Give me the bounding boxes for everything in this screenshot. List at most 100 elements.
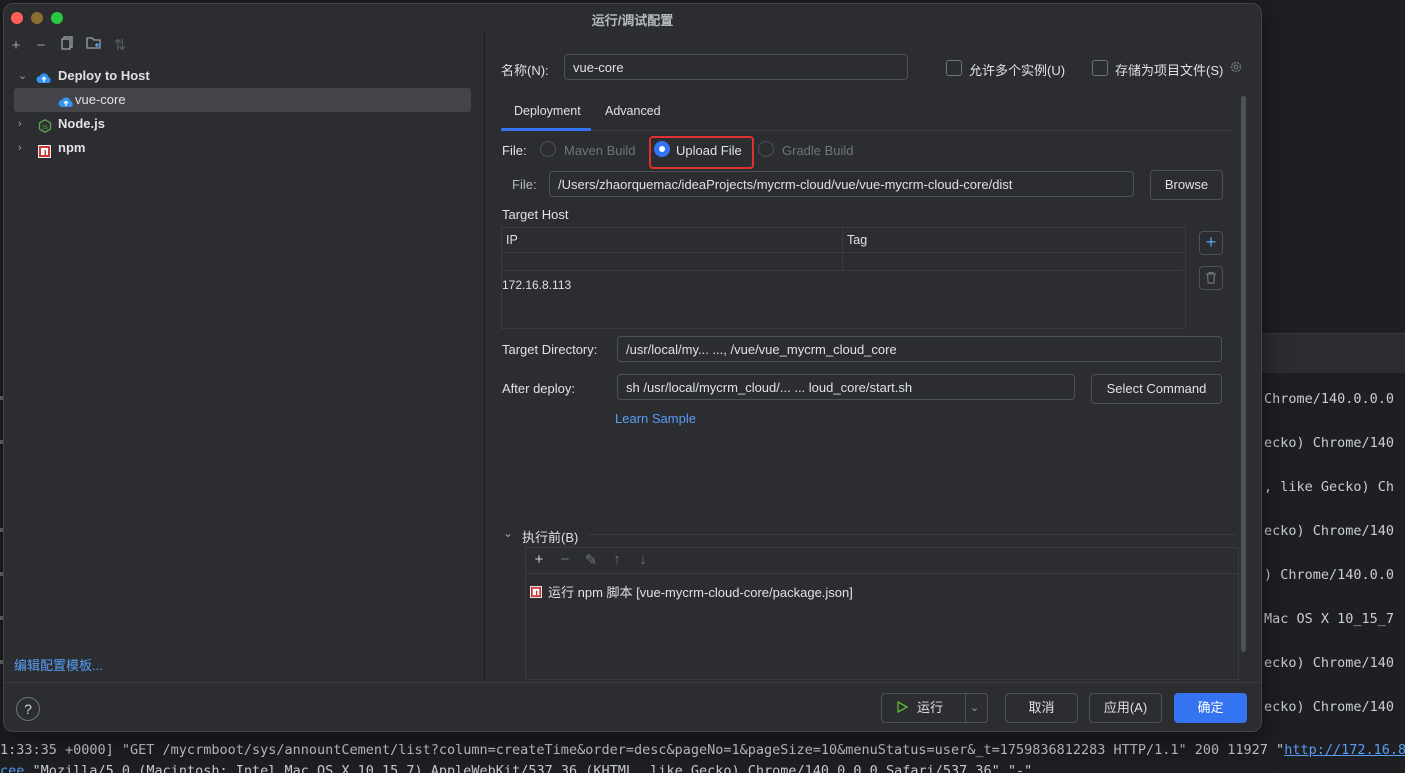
console-line: , like Gecko) Ch	[1264, 479, 1395, 495]
table-row[interactable]: 172.16.8.113	[502, 252, 1183, 292]
console-line: Mac OS X 10_15_7	[1264, 611, 1395, 627]
vertical-scrollbar[interactable]	[1241, 96, 1246, 652]
split-divider	[965, 694, 966, 722]
table-cell-ip: 172.16.8.113	[502, 278, 572, 292]
pencil-icon[interactable]: ✎	[583, 551, 599, 569]
tree-item-deploy-to-host[interactable]: ⌄ Deploy to Host	[14, 64, 471, 88]
chevron-down-icon[interactable]: ⌄	[18, 64, 30, 88]
maven-build-label: Maven Build	[564, 143, 636, 158]
console-line: ecko) Chrome/140	[1264, 655, 1395, 671]
npm-icon	[530, 586, 542, 601]
move-up-icon[interactable]: ↑	[609, 551, 625, 568]
console-line: ecko) Chrome/140	[1264, 523, 1395, 539]
upload-file-label: Upload File	[676, 143, 742, 158]
section-divider	[587, 534, 1237, 535]
browse-button[interactable]: Browse	[1150, 170, 1223, 200]
minus-icon[interactable]: −	[31, 36, 51, 56]
apply-button[interactable]: 应用(A)	[1089, 693, 1162, 723]
chevron-down-icon[interactable]: ⌄	[970, 694, 979, 722]
dialog-footer: ? 运行 ⌄ 取消 应用(A) 确定	[4, 682, 1261, 731]
svg-text:js: js	[41, 123, 48, 131]
tree-item-label: npm	[58, 140, 86, 155]
cloud-upload-icon	[58, 93, 73, 107]
edit-configuration-templates-link[interactable]: 编辑配置模板...	[14, 655, 103, 674]
console-line-text: 1:33:35 +0000] "GET /mycrmboot/sys/annou…	[0, 742, 1285, 758]
file-type-label: File:	[502, 143, 527, 158]
npm-icon	[38, 142, 53, 158]
minus-icon[interactable]: −	[557, 551, 573, 568]
add-host-button[interactable]: +	[1199, 231, 1223, 255]
run-label: 运行	[917, 700, 944, 715]
play-icon	[897, 695, 909, 723]
name-input[interactable]: vue-core	[564, 54, 908, 80]
plus-icon[interactable]: +	[531, 551, 547, 568]
configuration-editor: 名称(N): vue-core 允许多个实例(U) 存储为项目文件(S) Dep…	[485, 32, 1261, 682]
console-line: ecko) Chrome/140	[1264, 435, 1395, 451]
console-line-text: "Mozilla/5.0 (Macintosh; Intel Mac OS X …	[32, 763, 1033, 773]
store-as-project-file-checkbox[interactable]	[1092, 60, 1108, 76]
table-header-tag[interactable]: Tag	[843, 228, 1183, 252]
new-folder-icon[interactable]	[84, 36, 104, 56]
file-path-input[interactable]: /Users/zhaorquemac/ideaProjects/mycrm-cl…	[549, 171, 1134, 197]
ide-panel-header	[1261, 333, 1405, 374]
console-link[interactable]: cee	[0, 763, 24, 773]
store-as-project-file-label: 存储为项目文件(S)	[1115, 63, 1224, 78]
after-deploy-label: After deploy:	[502, 381, 575, 396]
target-directory-input[interactable]: /usr/local/my... ..., /vue/vue_mycrm_clo…	[617, 336, 1222, 362]
gear-icon[interactable]	[1229, 60, 1243, 79]
task-label: 运行 npm 脚本 [vue-mycrm-cloud-core/package.…	[548, 585, 853, 600]
gradle-build-label: Gradle Build	[782, 143, 854, 158]
help-button[interactable]: ?	[16, 697, 40, 721]
copy-icon[interactable]	[57, 36, 77, 56]
console-output: Chrome/140.0.0.0 ecko) Chrome/140 , like…	[1261, 373, 1405, 733]
target-host-table: IP Tag 172.16.8.113	[501, 227, 1186, 329]
ok-button[interactable]: 确定	[1174, 693, 1247, 723]
allow-multiple-instances-checkbox[interactable]	[946, 60, 962, 76]
tree-item-label: vue-core	[75, 92, 126, 107]
column-divider	[842, 253, 843, 270]
nodejs-icon: js	[38, 117, 53, 134]
console-line: ecko) Chrome/140	[1264, 699, 1395, 715]
active-tab-indicator	[501, 128, 591, 131]
list-item[interactable]: 运行 npm 脚本 [vue-mycrm-cloud-core/package.…	[530, 582, 853, 601]
tab-deployment[interactable]: Deployment	[514, 104, 581, 118]
console-output-bottom: 1:33:35 +0000] "GET /mycrmboot/sys/annou…	[0, 733, 1405, 773]
tree-item-npm[interactable]: › npm	[14, 136, 471, 160]
chevron-down-icon[interactable]: ⌄	[503, 526, 513, 540]
console-line: 1:33:35 +0000] "GET /mycrmboot/sys/annou…	[0, 742, 1405, 758]
move-down-icon[interactable]: ↓	[635, 551, 651, 568]
configurations-tree-pane: + − ⇅ ⌄ Deploy to Host vue-core › js Nod…	[4, 32, 485, 682]
tree-item-label: Node.js	[58, 116, 105, 131]
chevron-right-icon[interactable]: ›	[18, 112, 30, 136]
learn-sample-link[interactable]: Learn Sample	[615, 411, 696, 426]
gradle-build-radio[interactable]	[758, 141, 774, 157]
sort-icon[interactable]: ⇅	[110, 36, 130, 56]
tab-advanced[interactable]: Advanced	[605, 104, 661, 118]
chevron-right-icon[interactable]: ›	[18, 136, 30, 160]
title-bar: 运行/调试配置	[4, 4, 1261, 32]
console-line: ) Chrome/140.0.0	[1264, 567, 1395, 583]
ide-editor-area	[1261, 0, 1405, 333]
before-launch-label: 执行前(B)	[522, 530, 579, 545]
console-line: cee "Mozilla/5.0 (Macintosh; Intel Mac O…	[0, 763, 1032, 773]
cancel-button[interactable]: 取消	[1005, 693, 1078, 723]
after-deploy-command-input[interactable]: sh /usr/local/mycrm_cloud/... ... loud_c…	[617, 374, 1075, 400]
table-header-ip[interactable]: IP	[502, 228, 843, 252]
tree-item-label: Deploy to Host	[58, 68, 150, 83]
upload-file-radio[interactable]	[654, 141, 670, 157]
plus-icon[interactable]: +	[6, 36, 26, 56]
tree-item-vue-core[interactable]: vue-core	[14, 88, 471, 112]
allow-multiple-instances-label: 允许多个实例(U)	[969, 63, 1066, 78]
run-debug-configurations-dialog: 运行/调试配置 + − ⇅ ⌄ Deploy to Host vue-core …	[3, 3, 1262, 732]
tree-item-nodejs[interactable]: › js Node.js	[14, 112, 471, 136]
trash-icon[interactable]	[1199, 266, 1223, 290]
run-button[interactable]: 运行 ⌄	[881, 693, 988, 723]
select-command-button[interactable]: Select Command	[1091, 374, 1222, 404]
name-label: 名称(N):	[501, 63, 549, 78]
console-link[interactable]: http://172.16.8.	[1284, 742, 1405, 758]
console-line: Chrome/140.0.0.0	[1264, 391, 1395, 407]
dialog-title: 运行/调试配置	[591, 13, 674, 28]
maven-build-radio[interactable]	[540, 141, 556, 157]
target-host-label: Target Host	[502, 207, 569, 222]
tabs-divider	[501, 130, 1234, 131]
